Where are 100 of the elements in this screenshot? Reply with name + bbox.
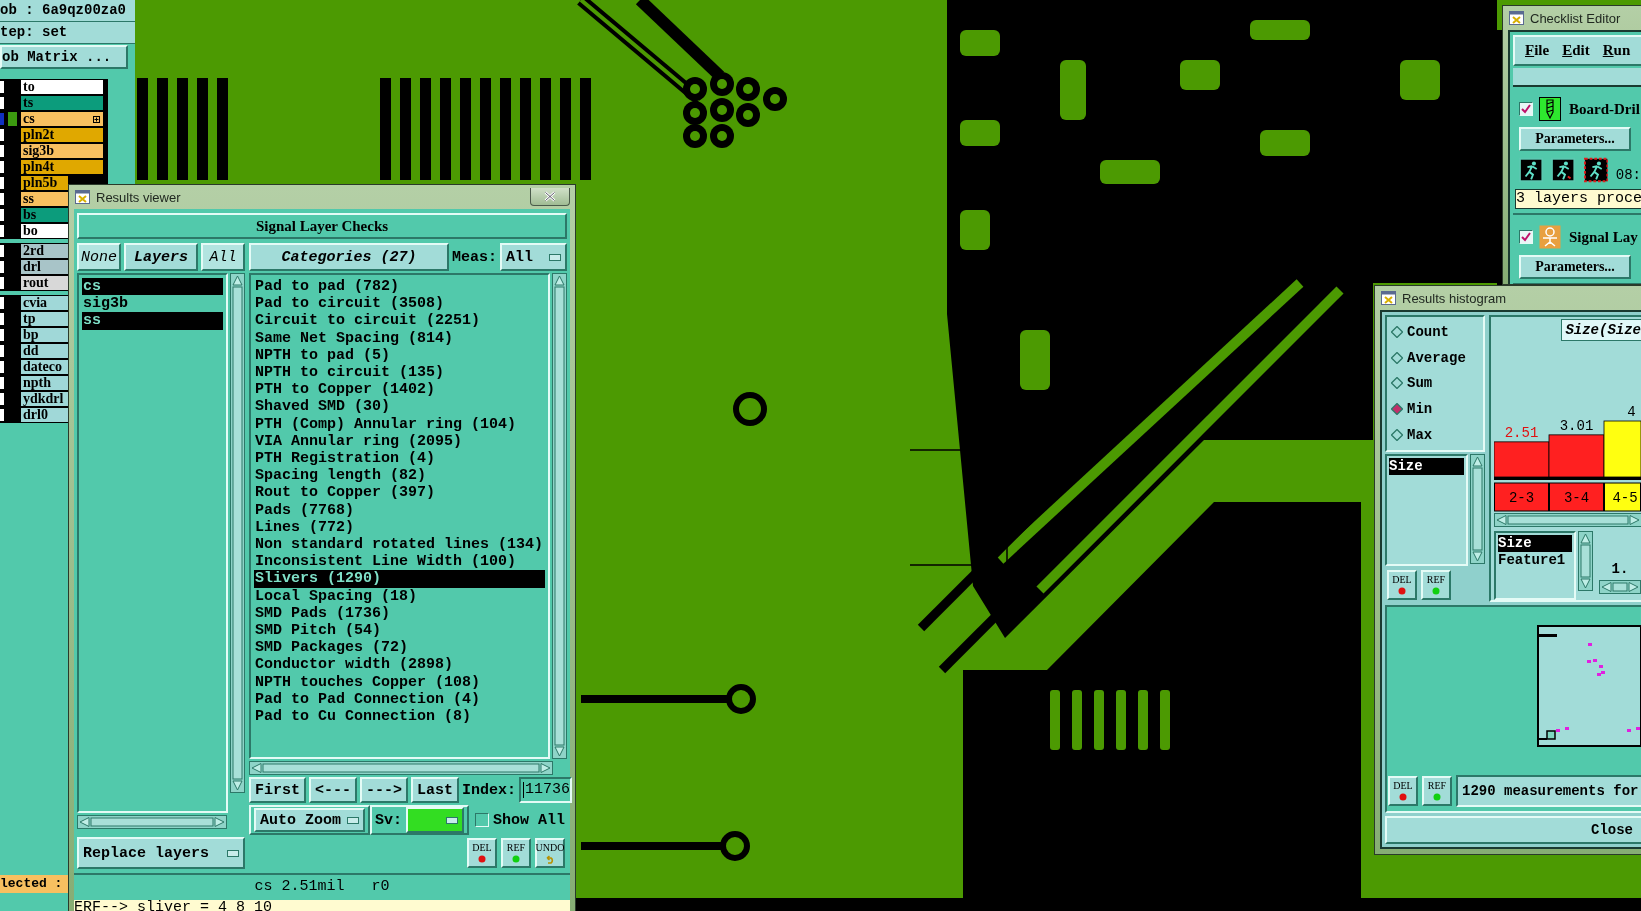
nav-button[interactable]: <---: [309, 777, 358, 803]
list-item[interactable]: Rout to Copper (397): [254, 484, 545, 502]
list-item[interactable]: Size: [1389, 458, 1464, 475]
layer-flag[interactable]: [0, 329, 4, 341]
layer-row[interactable]: dateco: [21, 360, 68, 374]
layer-flag[interactable]: [0, 297, 4, 309]
work-layer-indicator[interactable]: [8, 112, 17, 126]
running-figure-icon[interactable]: [1583, 157, 1608, 183]
layer-row[interactable]: to: [21, 80, 103, 94]
list-item[interactable]: VIA Annular ring (2095): [254, 432, 545, 451]
layer-flag[interactable]: [0, 225, 4, 237]
refresh-button[interactable]: REF: [1421, 570, 1451, 600]
nav-button[interactable]: Last: [411, 777, 460, 803]
close-button[interactable]: [530, 188, 570, 206]
layer-row[interactable]: ydkdrl: [21, 392, 68, 406]
categories-button[interactable]: Categories (27): [249, 243, 449, 271]
layer-row[interactable]: pln2t: [21, 128, 103, 142]
menu-item[interactable]: Run: [1602, 42, 1631, 59]
layer-flag[interactable]: [0, 277, 4, 289]
mode-radio[interactable]: Count: [1391, 323, 1479, 340]
layer-row[interactable]: ss: [21, 192, 68, 206]
list-item[interactable]: SMD Pads (1736): [254, 604, 545, 623]
replace-dropdown[interactable]: Replace layers: [77, 837, 245, 869]
list-item[interactable]: ss: [82, 312, 223, 330]
layer-flag[interactable]: [0, 81, 4, 93]
list-item[interactable]: Conductor width (2898): [254, 656, 545, 674]
layer-row[interactable]: bo: [21, 224, 68, 238]
layer-row[interactable]: 2rd: [21, 244, 68, 258]
mode-radio[interactable]: Average: [1391, 349, 1479, 366]
mode-radio[interactable]: Sum: [1391, 375, 1479, 392]
close-button[interactable]: Close: [1589, 818, 1635, 842]
histogram-bar[interactable]: [1603, 420, 1641, 478]
check-checkbox[interactable]: [1519, 102, 1533, 116]
show-all-checkbox[interactable]: Show All: [475, 805, 566, 835]
refresh-button[interactable]: REF: [501, 838, 531, 868]
menu-item[interactable]: File: [1525, 42, 1550, 59]
select-button[interactable]: None: [77, 243, 121, 271]
list-item[interactable]: cs: [82, 278, 223, 296]
menu-item[interactable]: Edit: [1562, 42, 1590, 59]
chart-title[interactable]: Size(Size: [1561, 319, 1641, 341]
delete-button[interactable]: DEL: [467, 838, 497, 868]
nav-button[interactable]: First: [249, 777, 306, 803]
horizontal-scrollbar[interactable]: [1599, 580, 1641, 594]
list-item[interactable]: NPTH touches Copper (108): [254, 673, 545, 691]
running-figure-icon[interactable]: [1519, 157, 1544, 183]
list-item[interactable]: sig3b: [82, 295, 223, 313]
index-field[interactable]: 11736: [519, 777, 573, 803]
list-item[interactable]: NPTH to pad (5): [254, 346, 545, 364]
refresh-button[interactable]: REF: [1422, 776, 1452, 806]
layer-row[interactable]: pln5b: [21, 176, 68, 190]
check-checkbox[interactable]: [1519, 230, 1533, 244]
nav-button[interactable]: --->: [360, 777, 409, 803]
layer-row[interactable]: cs: [21, 112, 103, 126]
histogram-bar[interactable]: [1548, 434, 1605, 478]
list-item[interactable]: Shaved SMD (30): [254, 398, 545, 416]
severity-dropdown[interactable]: [406, 807, 465, 833]
list-item[interactable]: Pad to pad (782): [254, 278, 545, 296]
layer-flag[interactable]: [0, 161, 4, 173]
layer-flag[interactable]: [0, 145, 4, 157]
layer-row[interactable]: sig3b: [21, 144, 103, 158]
layer-flag[interactable]: [0, 393, 4, 405]
expand-icon[interactable]: [93, 115, 100, 123]
horizontal-scrollbar[interactable]: [77, 815, 227, 829]
list-item[interactable]: Feature1: [1498, 552, 1572, 569]
layer-flag[interactable]: [0, 193, 4, 205]
layer-flag[interactable]: [0, 129, 4, 141]
layer-flag[interactable]: [0, 377, 4, 389]
list-item[interactable]: Same Net Spacing (814): [254, 329, 545, 347]
layer-flag[interactable]: [0, 177, 4, 189]
layer-flag[interactable]: [0, 113, 4, 125]
layer-row[interactable]: dd: [21, 344, 68, 358]
layer-flag[interactable]: [0, 345, 4, 357]
list-item[interactable]: PTH (Comp) Annular ring (104): [254, 415, 545, 433]
list-item[interactable]: SMD Pitch (54): [254, 622, 545, 640]
list-item[interactable]: Pads (7768): [254, 501, 545, 519]
list-item[interactable]: Pad to Pad Connection (4): [254, 690, 545, 709]
delete-button[interactable]: DEL: [1387, 570, 1417, 600]
vertical-scrollbar[interactable]: [552, 273, 567, 759]
layer-flag[interactable]: [0, 409, 4, 421]
list-item[interactable]: Circuit to circuit (2251): [254, 312, 545, 330]
list-item[interactable]: SMD Packages (72): [254, 639, 545, 657]
layer-flag[interactable]: [0, 261, 4, 273]
layer-row[interactable]: rout: [21, 276, 68, 290]
layer-row[interactable]: tp: [21, 312, 68, 326]
parameters-button[interactable]: Parameters...: [1519, 255, 1631, 279]
layer-row[interactable]: cvia: [21, 296, 68, 310]
layer-row[interactable]: bp: [21, 328, 68, 342]
list-item[interactable]: Non standard rotated lines (134): [254, 536, 545, 554]
histogram-bar[interactable]: [1494, 441, 1550, 478]
layer-flag[interactable]: [0, 313, 4, 325]
list-item[interactable]: Size: [1498, 535, 1572, 552]
layer-flag[interactable]: [0, 209, 4, 221]
layer-flag[interactable]: [0, 97, 4, 109]
layer-row[interactable]: pln4t: [21, 160, 103, 174]
horizontal-scrollbar[interactable]: [1494, 513, 1641, 527]
layer-row[interactable]: drl0: [21, 408, 68, 422]
vertical-scrollbar[interactable]: [1470, 454, 1485, 564]
select-button[interactable]: All: [201, 243, 245, 271]
list-item[interactable]: PTH to Copper (1402): [254, 381, 545, 399]
layer-flag[interactable]: [0, 245, 4, 257]
